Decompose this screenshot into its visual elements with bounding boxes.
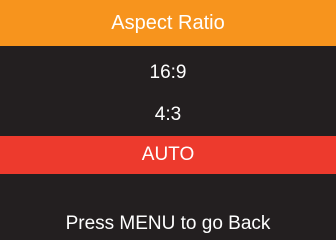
menu-option-16-9[interactable]: 16:9 xyxy=(0,54,336,92)
menu-back-hint: Press MENU to go Back xyxy=(65,213,271,234)
menu-option-4-3[interactable]: 4:3 xyxy=(0,96,336,134)
menu-title: Aspect Ratio xyxy=(0,0,336,46)
menu-option-auto[interactable]: AUTO xyxy=(0,136,336,174)
osd-menu-screen: Aspect Ratio 16:9 4:3 AUTO Press MENU to… xyxy=(0,0,336,240)
